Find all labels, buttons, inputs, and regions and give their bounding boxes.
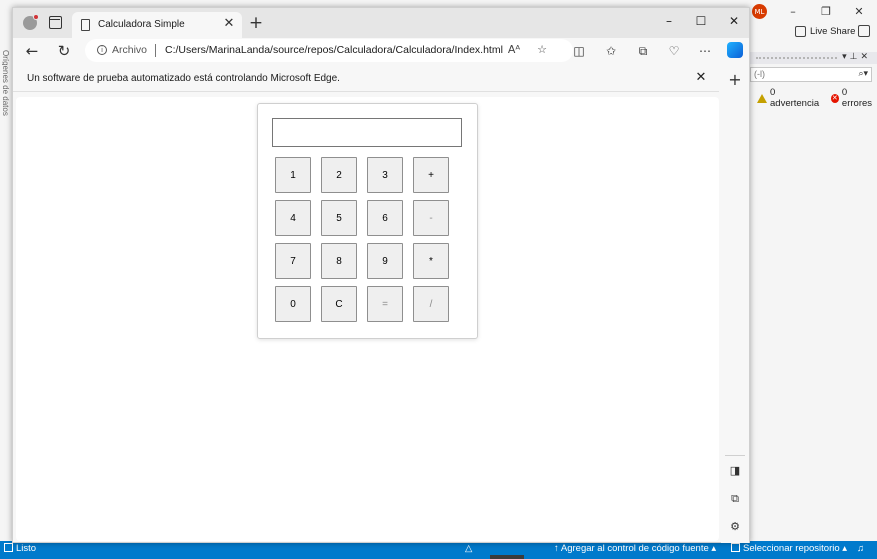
calc-button-6[interactable]: 6 bbox=[367, 200, 403, 236]
calc-button-8[interactable]: 8 bbox=[321, 243, 357, 279]
calc-button-3[interactable]: 3 bbox=[367, 157, 403, 193]
panel-header-buttons[interactable]: ▾⊥✕ bbox=[842, 52, 871, 62]
vs-search-filter[interactable]: (-l) ⌕▾ bbox=[750, 67, 872, 82]
vs-minimize-icon[interactable]: – bbox=[784, 4, 802, 20]
infobar-close-icon[interactable]: ✕ bbox=[693, 70, 709, 86]
calc-button-equals[interactable]: = bbox=[367, 286, 403, 322]
more-options-icon[interactable]: ⋯ bbox=[696, 42, 714, 60]
calculator: 1 2 3 +4 5 6- 7 8 9 * 0 C = / bbox=[257, 103, 478, 339]
error-icon: ✕ bbox=[830, 93, 839, 103]
tab-actions-icon[interactable] bbox=[49, 16, 62, 29]
vs-left-strip: Orígenes de datos bbox=[0, 0, 12, 540]
omnibox[interactable]: i Archivo C:/Users/MarinaLanda/source/re… bbox=[85, 39, 573, 62]
sidebar-toggle-icon[interactable]: ◨ bbox=[727, 463, 743, 479]
calc-button-minus[interactable]: - bbox=[413, 200, 449, 236]
live-share-icon bbox=[795, 26, 806, 37]
info-icon[interactable]: i bbox=[97, 45, 107, 55]
vs-panel-header: ▾⊥✕ bbox=[750, 52, 877, 64]
profile-badge bbox=[33, 14, 39, 20]
refresh-icon[interactable]: ↻ bbox=[55, 42, 73, 60]
sidebar-settings-icon[interactable]: ⚙ bbox=[727, 519, 743, 535]
calc-button-5[interactable]: 5 bbox=[321, 200, 357, 236]
profile-icon[interactable] bbox=[23, 14, 39, 30]
maximize-icon[interactable]: ☐ bbox=[691, 12, 711, 30]
repo-icon bbox=[731, 543, 740, 552]
url-text[interactable]: C:/Users/MarinaLanda/source/repos/Calcul… bbox=[165, 44, 503, 56]
vs-status-bar: Listo △ ↑ Agregar al control de código f… bbox=[0, 541, 877, 559]
read-aloud-icon[interactable]: Aᴬ bbox=[506, 42, 522, 58]
close-window-icon[interactable]: ✕ bbox=[724, 12, 744, 30]
address-bar: ← ↻ i Archivo C:/Users/MarinaLanda/sourc… bbox=[13, 38, 749, 64]
tab-bar: Calculadora Simple ✕ + – ☐ ✕ bbox=[13, 8, 749, 38]
calc-button-7[interactable]: 7 bbox=[275, 243, 311, 279]
browser-essentials-icon[interactable]: ♡ bbox=[665, 42, 683, 60]
warning-icon bbox=[757, 93, 767, 103]
page-icon bbox=[81, 19, 90, 31]
vs-close-icon[interactable]: ✕ bbox=[850, 4, 868, 20]
omnibox-separator bbox=[155, 44, 156, 57]
vs-avatar[interactable]: ML bbox=[752, 4, 767, 19]
calc-button-2[interactable]: 2 bbox=[321, 157, 357, 193]
status-divider bbox=[490, 555, 524, 559]
automation-message: Un software de prueba automatizado está … bbox=[27, 73, 340, 84]
calc-button-divide[interactable]: / bbox=[413, 286, 449, 322]
add-source-control-label: Agregar al control de código fuente bbox=[560, 543, 709, 554]
vs-data-sources-tab[interactable]: Orígenes de datos bbox=[2, 50, 10, 120]
automation-infobar: Un software de prueba automatizado está … bbox=[13, 65, 719, 92]
sidebar-add-icon[interactable]: + bbox=[726, 71, 744, 89]
tab-title: Calculadora Simple bbox=[98, 19, 185, 30]
feedback-icon[interactable] bbox=[858, 25, 870, 37]
calc-button-multiply[interactable]: * bbox=[413, 243, 449, 279]
tab-calculadora[interactable]: Calculadora Simple ✕ bbox=[72, 12, 242, 38]
favorites-icon[interactable]: ✩ bbox=[602, 42, 620, 60]
page-content: 1 2 3 +4 5 6- 7 8 9 * 0 C = / bbox=[16, 97, 719, 541]
live-share-label: Live Share bbox=[810, 26, 856, 37]
split-screen-icon[interactable]: ◫ bbox=[570, 42, 588, 60]
tab-close-icon[interactable]: ✕ bbox=[222, 16, 236, 32]
calc-button-plus[interactable]: + bbox=[413, 157, 449, 193]
git-icon[interactable]: △ bbox=[465, 543, 472, 554]
error-list-summary: 0 advertencia ✕ 0 errores bbox=[757, 87, 877, 109]
errors-count[interactable]: 0 errores bbox=[842, 87, 877, 109]
copilot-icon[interactable] bbox=[727, 42, 743, 58]
status-ready: Listo bbox=[4, 543, 36, 554]
filter-text: (-l) bbox=[754, 69, 765, 79]
calc-button-0[interactable]: 0 bbox=[275, 286, 311, 322]
live-share-button[interactable]: Live Share bbox=[795, 26, 855, 37]
edge-window: Calculadora Simple ✕ + – ☐ ✕ ← ↻ i Archi… bbox=[12, 7, 750, 543]
minimize-icon[interactable]: – bbox=[659, 12, 679, 30]
omnibox-file-label: Archivo bbox=[112, 44, 148, 56]
calc-button-9[interactable]: 9 bbox=[367, 243, 403, 279]
status-ready-icon bbox=[4, 543, 13, 552]
select-repository-label: Seleccionar repositorio bbox=[743, 543, 840, 554]
add-source-control-button[interactable]: ↑ Agregar al control de código fuente ▴ bbox=[554, 543, 716, 554]
calc-button-4[interactable]: 4 bbox=[275, 200, 311, 236]
status-ready-label: Listo bbox=[16, 543, 37, 554]
new-tab-button[interactable]: + bbox=[247, 14, 265, 32]
search-icon[interactable]: ⌕▾ bbox=[858, 68, 868, 81]
sidebar-separator bbox=[725, 455, 745, 456]
select-repository-button[interactable]: Seleccionar repositorio ▴ bbox=[731, 543, 847, 554]
calc-button-clear[interactable]: C bbox=[321, 286, 357, 322]
edge-sidebar: + ◨ ⧉ ⚙ bbox=[721, 65, 749, 543]
collections-icon[interactable]: ⧉ bbox=[634, 42, 652, 60]
warnings-count[interactable]: 0 advertencia bbox=[770, 87, 823, 109]
favorite-star-icon[interactable]: ☆ bbox=[534, 42, 550, 58]
back-icon[interactable]: ← bbox=[23, 42, 41, 60]
calculator-display[interactable] bbox=[272, 118, 462, 147]
calc-button-1[interactable]: 1 bbox=[275, 157, 311, 193]
notifications-icon[interactable]: ♫ bbox=[857, 543, 864, 554]
open-external-icon[interactable]: ⧉ bbox=[727, 491, 743, 507]
panel-grip[interactable] bbox=[756, 57, 837, 59]
vs-restore-icon[interactable]: ❐ bbox=[817, 4, 835, 20]
